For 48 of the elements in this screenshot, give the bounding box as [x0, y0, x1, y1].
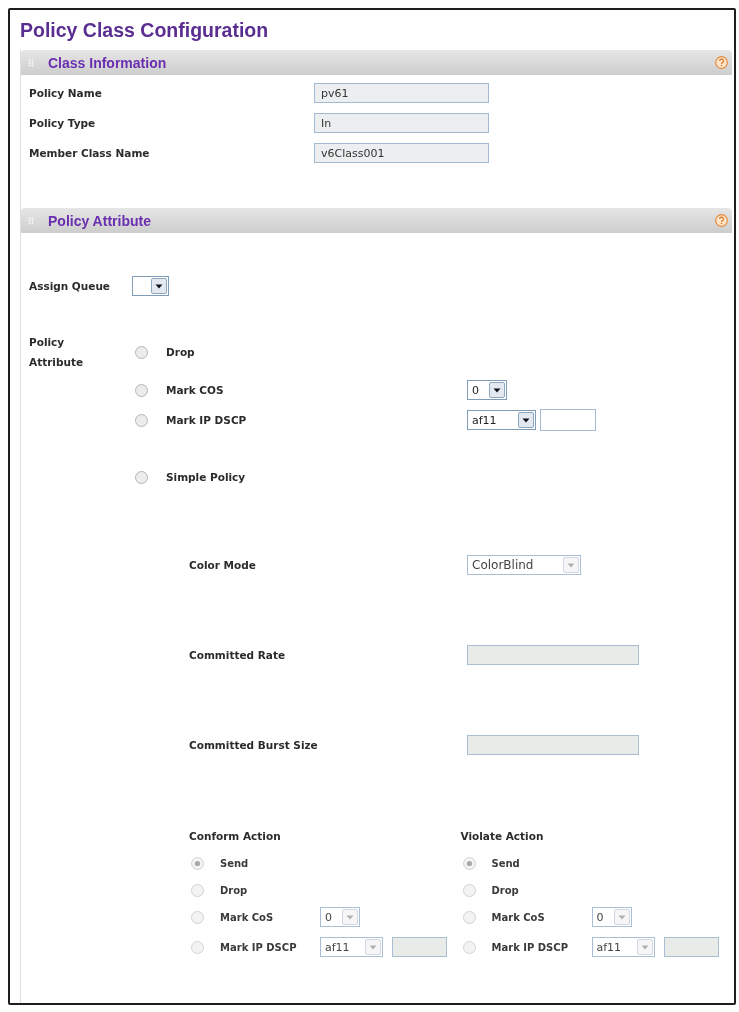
option-label: Simple Policy	[166, 471, 247, 483]
radio-button[interactable]	[135, 383, 148, 397]
caret-icon	[636, 939, 653, 955]
caret-icon	[151, 278, 167, 294]
caret-icon	[613, 909, 630, 925]
action-group-title: Conform Action	[189, 829, 281, 844]
option-label: Send	[491, 857, 521, 869]
caret-icon	[365, 939, 381, 955]
field-label: Color Mode	[189, 559, 257, 571]
section-title: Class Information	[48, 54, 167, 71]
option-label: Drop	[491, 884, 520, 896]
field-label: Committed Burst Size	[189, 739, 319, 751]
option-label: Send	[220, 857, 250, 869]
dropdown[interactable]: 0	[467, 380, 507, 400]
page-title: Policy Class Configuration	[20, 18, 269, 43]
field-label: Policy Type	[29, 117, 97, 129]
radio-button[interactable]	[135, 413, 148, 427]
action-group-title: Violate Action	[460, 829, 544, 844]
caret-icon	[342, 909, 358, 925]
caret-icon	[518, 412, 534, 428]
option-label: Mark CoS	[220, 911, 275, 923]
help-icon[interactable]	[715, 214, 728, 227]
dropdown[interactable]	[132, 276, 169, 296]
field-label: Committed Rate	[189, 649, 287, 661]
field-label: Policy Name	[29, 87, 103, 99]
radio-button[interactable]	[135, 345, 148, 359]
option-label: Mark IP DSCP	[491, 941, 569, 953]
section-title: Policy Attribute	[48, 212, 151, 229]
grip-icon	[28, 216, 34, 225]
grip-icon	[28, 58, 34, 67]
caret-icon	[489, 382, 505, 398]
text-field[interactable]: In	[314, 113, 489, 133]
help-icon[interactable]	[715, 56, 728, 69]
option-label: Mark IP DSCP	[166, 414, 248, 426]
text-field[interactable]: pv61	[314, 83, 489, 103]
option-label: Mark CoS	[491, 911, 546, 923]
caret-icon	[563, 557, 579, 573]
option-label: Mark COS	[166, 384, 225, 396]
dropdown[interactable]: af11	[467, 410, 536, 430]
text-field[interactable]	[540, 409, 596, 431]
field-label: Policy Attribute	[29, 335, 85, 370]
radio-button[interactable]	[135, 470, 148, 484]
text-field[interactable]: v6Class001	[314, 143, 489, 163]
field-label: Assign Queue	[29, 280, 111, 292]
option-label: Drop	[220, 884, 249, 896]
option-label: Drop	[166, 346, 196, 358]
field-label: Member Class Name	[29, 147, 151, 159]
option-label: Mark IP DSCP	[220, 941, 298, 953]
